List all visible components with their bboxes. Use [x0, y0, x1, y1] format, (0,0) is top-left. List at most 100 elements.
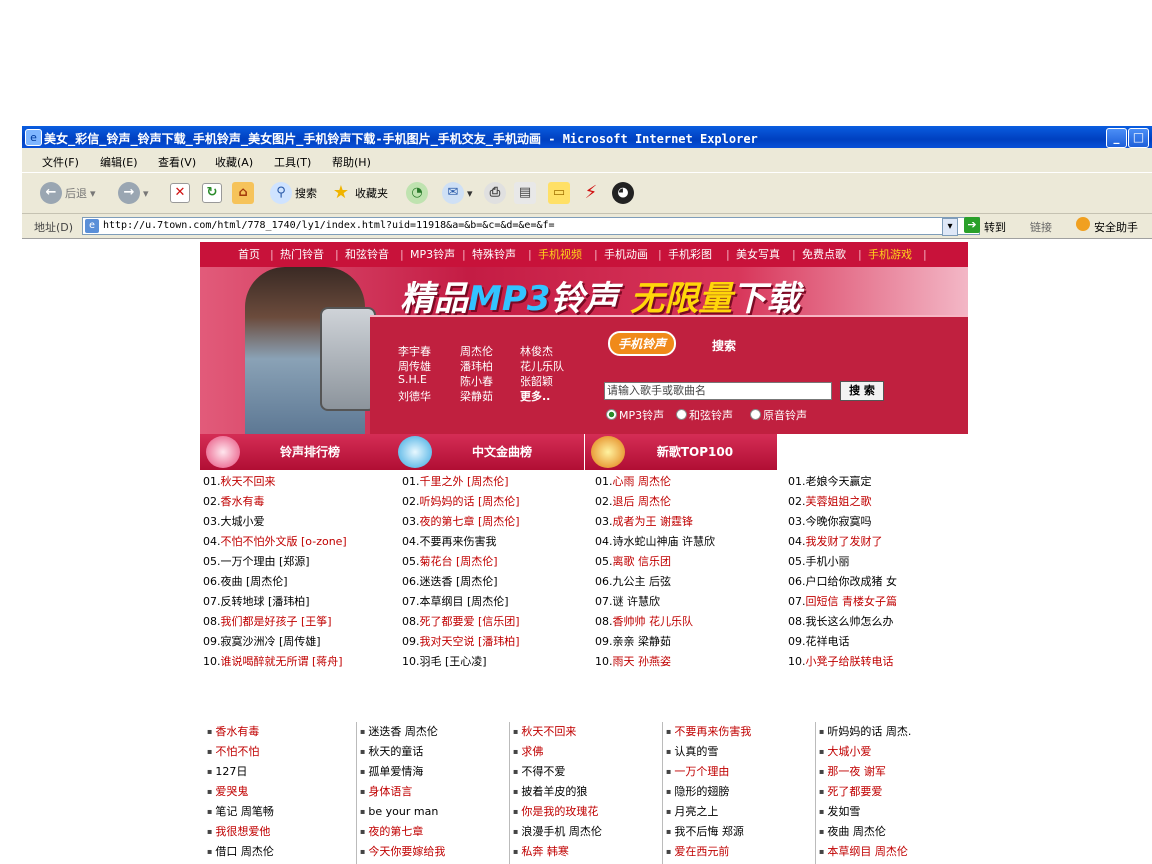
address-dropdown-button[interactable]: ▾	[942, 218, 958, 236]
rank-item[interactable]: 08.香帅帅 花儿乐队	[595, 612, 715, 632]
rank-item[interactable]: 06.迷迭香 [周杰伦]	[402, 572, 520, 592]
song-link[interactable]: 我很想爱他	[207, 822, 274, 842]
singer-link[interactable]: 林俊杰	[520, 343, 553, 359]
song-link[interactable]: 退后 周杰伦	[613, 495, 672, 508]
rank-item[interactable]: 08.死了都要爱 [信乐团]	[402, 612, 520, 632]
song-link[interactable]: 夜的第七章 [周杰伦]	[420, 515, 520, 528]
song-link[interactable]: 今晚你寂寞吗	[806, 515, 872, 528]
song-link[interactable]: 我对天空说 [潘玮柏]	[420, 635, 520, 648]
song-link[interactable]: 反转地球 [潘玮柏]	[221, 595, 310, 608]
song-link[interactable]: 菊花台 [周杰伦]	[420, 555, 498, 568]
rank-item[interactable]: 03.成者为王 谢霆锋	[595, 512, 715, 532]
rank-item[interactable]: 05.一万个理由 [郑源]	[203, 552, 347, 572]
nav-link[interactable]: 手机彩图	[668, 242, 712, 267]
song-link[interactable]: 一万个理由 [郑源]	[221, 555, 310, 568]
rank-item[interactable]: 09.花祥电话	[788, 632, 897, 652]
search-input[interactable]: 请输入歌手或歌曲名	[604, 382, 832, 400]
messenger-button[interactable]: ⚡	[580, 181, 602, 205]
menu-tools[interactable]: 工具(T)	[274, 154, 311, 170]
rank-item[interactable]: 02.香水有毒	[203, 492, 347, 512]
radio-original[interactable]: 原音铃声	[750, 407, 807, 423]
favorites-button[interactable]: ★ 收藏夹	[330, 181, 388, 205]
rank-item[interactable]: 02.听妈妈的话 [周杰伦]	[402, 492, 520, 512]
singer-link[interactable]: 花儿乐队	[520, 358, 564, 374]
qq-button[interactable]: ◕	[612, 181, 634, 205]
nav-link[interactable]: 免费点歌	[802, 242, 846, 267]
rank-item[interactable]: 01.秋天不回来	[203, 472, 347, 492]
go-button[interactable]: 转到	[984, 219, 1006, 235]
singer-link[interactable]: 陈小春	[460, 373, 493, 389]
section-ringtone-rank[interactable]: 铃声排行榜	[200, 434, 392, 470]
rank-item[interactable]: 10.小凳子给朕转电话	[788, 652, 897, 672]
song-link[interactable]: 披着羊皮的狼	[513, 782, 602, 802]
search-submit-button[interactable]: 搜 索	[840, 381, 884, 401]
home-button[interactable]: ⌂	[232, 181, 254, 205]
song-link[interactable]: 笔记 周笔畅	[207, 802, 274, 822]
song-link[interactable]: 私奔 韩寒	[513, 842, 602, 862]
history-button[interactable]: ◔	[406, 181, 428, 205]
song-link[interactable]: 浪漫手机 周杰伦	[513, 822, 602, 842]
song-link[interactable]: 雨天 孙燕姿	[613, 655, 672, 668]
rank-item[interactable]: 02.芙蓉姐姐之歌	[788, 492, 897, 512]
rank-item[interactable]: 05.离歌 信乐团	[595, 552, 715, 572]
rank-item[interactable]: 07.本草纲目 [周杰伦]	[402, 592, 520, 612]
singer-link[interactable]: 潘玮柏	[460, 358, 493, 374]
rank-item[interactable]: 07.反转地球 [潘玮柏]	[203, 592, 347, 612]
song-link[interactable]: 香水有毒	[221, 495, 265, 508]
menu-view[interactable]: 查看(V)	[158, 154, 196, 170]
song-link[interactable]: 迷迭香 周杰伦	[360, 722, 445, 742]
song-link[interactable]: 我不后悔 郑源	[666, 822, 751, 842]
address-input[interactable]: e http://u.7town.com/html/778_1740/ly1/i…	[82, 217, 980, 235]
stop-button[interactable]: ✕	[170, 181, 190, 205]
singer-link[interactable]: 周杰伦	[460, 343, 493, 359]
song-link[interactable]: 亲亲 梁静茹	[613, 635, 672, 648]
song-link[interactable]: 死了都要爱 [信乐团]	[420, 615, 520, 628]
nav-link[interactable]: 和弦铃音	[345, 242, 389, 267]
nav-link[interactable]: 特殊铃声	[472, 242, 516, 267]
assistant-button[interactable]: 安全助手	[1094, 219, 1138, 235]
song-link[interactable]: 谁说喝醉就无所谓 [蒋舟]	[221, 655, 343, 668]
song-link[interactable]: 本草纲目 周杰伦	[819, 842, 911, 862]
song-link[interactable]: 你是我的玫瑰花	[513, 802, 602, 822]
song-link[interactable]: 发如雪	[819, 802, 911, 822]
song-link[interactable]: 手机小丽	[806, 555, 850, 568]
radio-polyphonic[interactable]: 和弦铃声	[676, 407, 733, 423]
radio-mp3[interactable]: MP3铃声	[606, 407, 664, 423]
song-link[interactable]: 夜曲 [周杰伦]	[221, 575, 288, 588]
song-link[interactable]: 不要再来伤害我	[420, 535, 497, 548]
menu-help[interactable]: 帮助(H)	[332, 154, 371, 170]
song-link[interactable]: 死了都要爱	[819, 782, 911, 802]
go-arrow-icon[interactable]: ➔	[964, 217, 980, 233]
song-link[interactable]: 秋天不回来	[221, 475, 276, 488]
song-link[interactable]: 老娘今天赢定	[806, 475, 872, 488]
song-link[interactable]: 心雨 周杰伦	[613, 475, 672, 488]
singer-link[interactable]: 刘德华	[398, 388, 431, 404]
rank-item[interactable]: 08.我们都是好孩子 [王筝]	[203, 612, 347, 632]
rank-item[interactable]: 02.退后 周杰伦	[595, 492, 715, 512]
rank-item[interactable]: 09.亲亲 梁静茹	[595, 632, 715, 652]
song-link[interactable]: 秋天不回来	[513, 722, 602, 742]
rank-item[interactable]: 05.手机小丽	[788, 552, 897, 572]
singer-link[interactable]: 周传雄	[398, 358, 431, 374]
nav-link[interactable]: 手机视频	[538, 242, 582, 267]
rank-item[interactable]: 10.羽毛 [王心凌]	[402, 652, 520, 672]
song-link[interactable]: 香帅帅 花儿乐队	[613, 615, 694, 628]
singer-link[interactable]: S.H.E	[398, 373, 427, 386]
song-link[interactable]: 我们都是好孩子 [王筝]	[221, 615, 332, 628]
menu-file[interactable]: 文件(F)	[42, 154, 79, 170]
notes-button[interactable]: ▭	[548, 181, 570, 205]
rank-item[interactable]: 03.大城小爱	[203, 512, 347, 532]
song-link[interactable]: 一万个理由	[666, 762, 751, 782]
song-link[interactable]: 本草纲目 [周杰伦]	[420, 595, 509, 608]
nav-link[interactable]: 手机动画	[604, 242, 648, 267]
rank-item[interactable]: 04.诗水蛇山神庙 许慧欣	[595, 532, 715, 552]
song-link[interactable]: 小凳子给朕转电话	[806, 655, 894, 668]
rank-item[interactable]: 04.不怕不怕外文版 [o-zone]	[203, 532, 347, 552]
section-new-top100[interactable]: 新歌TOP100	[585, 434, 777, 470]
nav-link[interactable]: 美女写真	[736, 242, 780, 267]
rank-item[interactable]: 07.谜 许慧欣	[595, 592, 715, 612]
rank-item[interactable]: 01.心雨 周杰伦	[595, 472, 715, 492]
song-link[interactable]: 户口给你改成猪 女	[806, 575, 898, 588]
song-link[interactable]: 求佛	[513, 742, 602, 762]
singer-link[interactable]: 梁静茹	[460, 388, 493, 404]
